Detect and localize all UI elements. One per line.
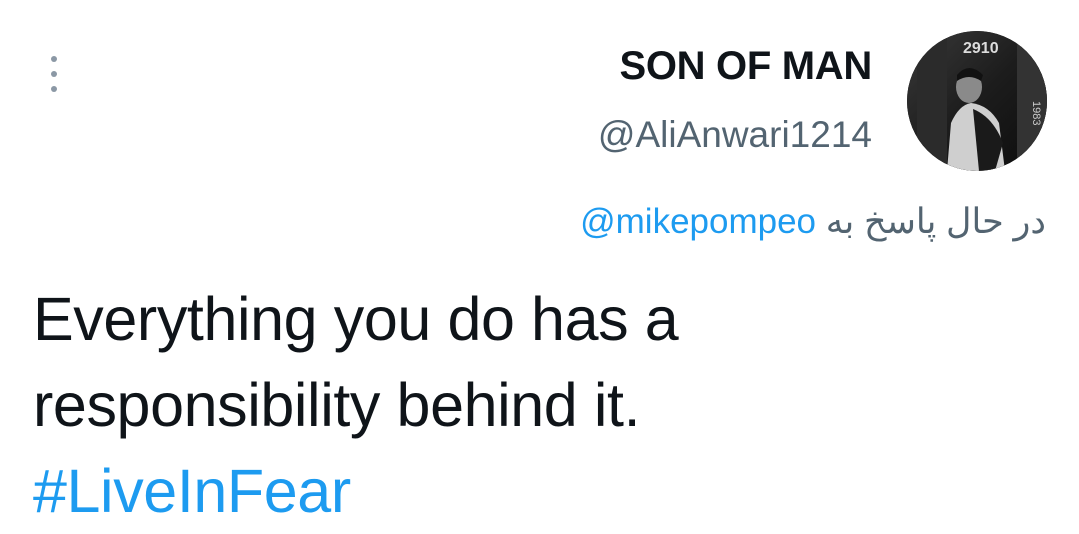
avatar-overlay-top: 2910	[963, 40, 999, 57]
display-name[interactable]: SON OF MAN	[619, 44, 872, 89]
user-handle[interactable]: @AliAnwari1214	[598, 114, 872, 156]
replying-to: در حال پاسخ به @mikepompeo	[580, 202, 1046, 242]
reply-prefix: در حال پاسخ به	[825, 202, 1046, 241]
dot	[51, 71, 57, 77]
avatar-overlay-side: 1983	[1030, 101, 1042, 125]
tweet-text-line-2: responsibility behind it.	[33, 371, 641, 439]
dot	[51, 86, 57, 92]
avatar-image: 2910 1983	[907, 31, 1047, 171]
more-options-icon[interactable]	[44, 56, 64, 92]
hashtag-link[interactable]: #LiveInFear	[33, 448, 1043, 534]
avatar[interactable]: 2910 1983	[907, 31, 1047, 171]
reply-mention-link[interactable]: @mikepompeo	[580, 202, 816, 241]
dot	[51, 56, 57, 62]
tweet-text-line-1: Everything you do has a	[33, 285, 679, 353]
tweet-text: Everything you do has a responsibility b…	[33, 276, 1043, 534]
